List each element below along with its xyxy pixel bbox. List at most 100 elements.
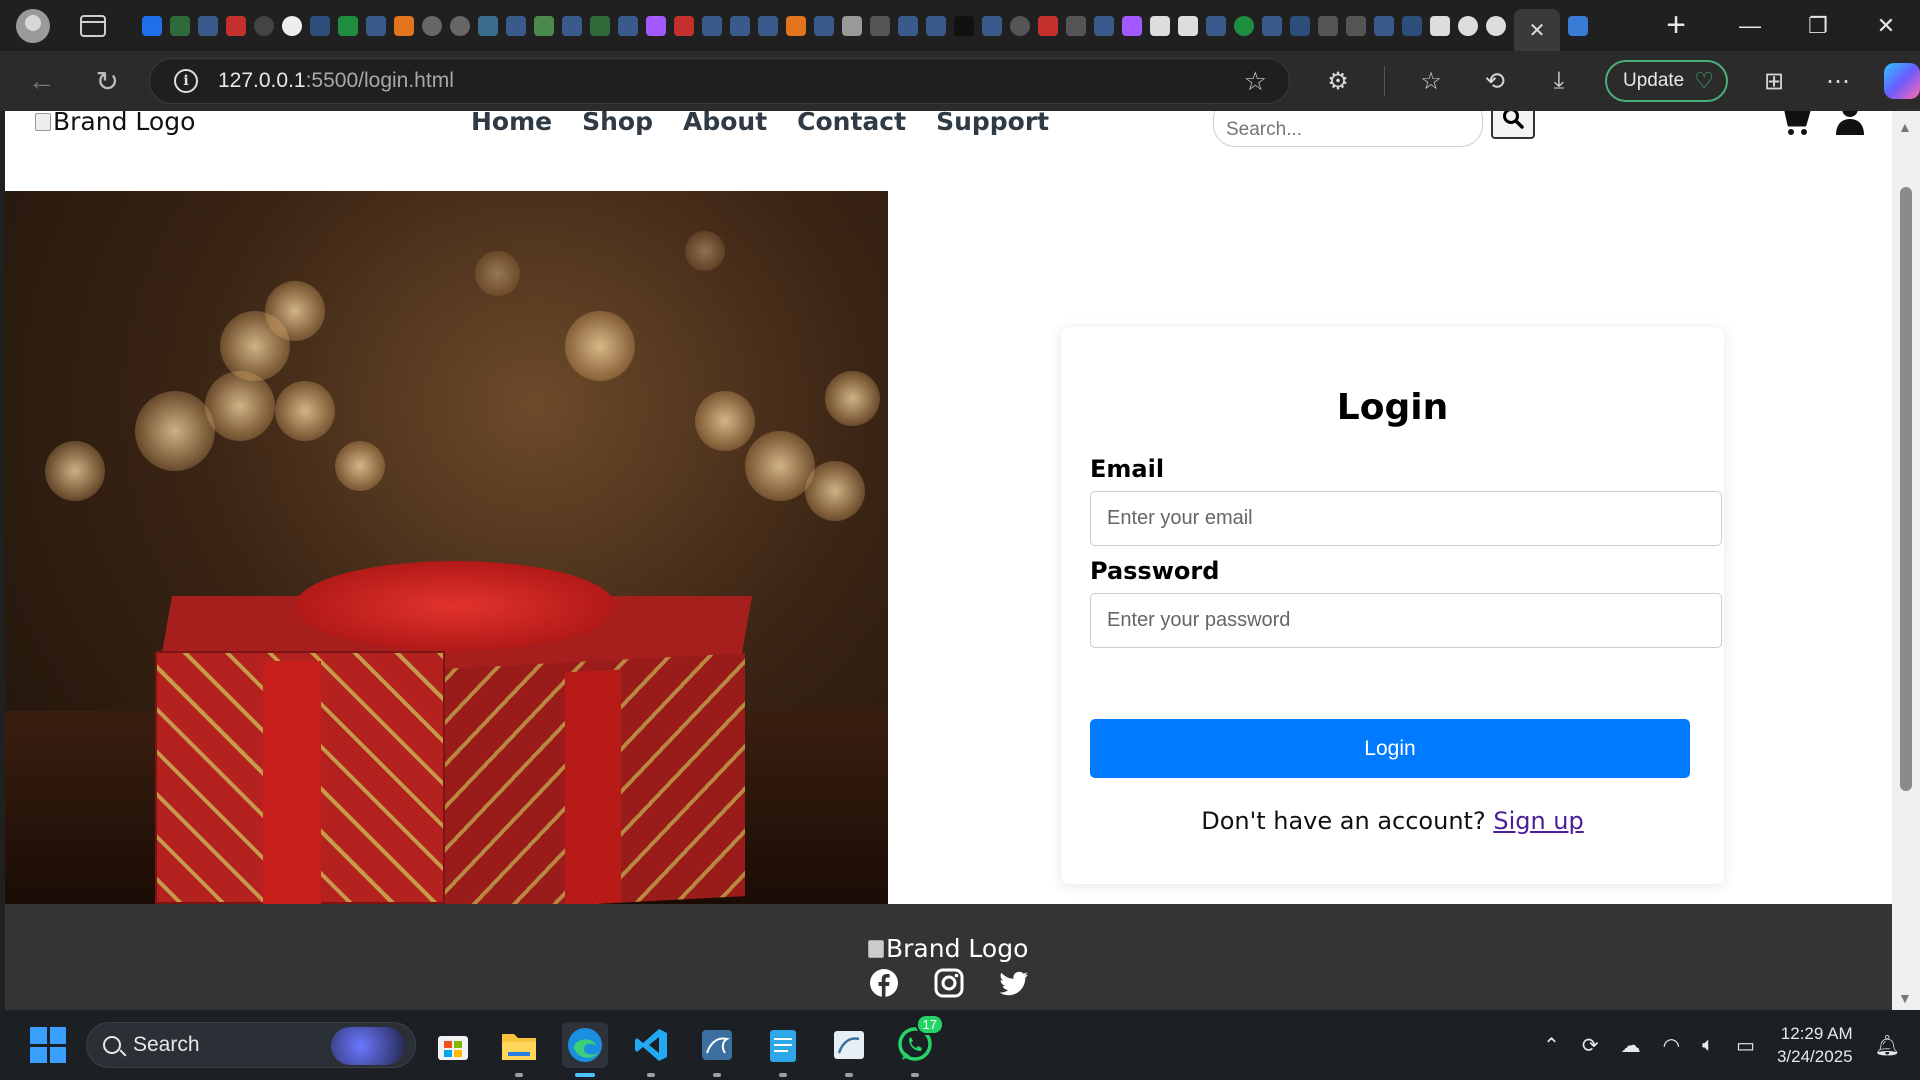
start-button-windows-icon[interactable] — [30, 1027, 66, 1063]
copilot-icon[interactable] — [1884, 63, 1920, 99]
tab-favicon-icon[interactable] — [1402, 15, 1422, 36]
nav-link-support[interactable]: Support — [936, 111, 1049, 136]
wifi-icon[interactable]: ◠ — [1663, 1033, 1680, 1058]
nav-link-shop[interactable]: Shop — [582, 111, 653, 136]
vscode-icon[interactable] — [628, 1022, 674, 1077]
tab-favicon-icon[interactable] — [170, 15, 190, 36]
favorite-star-icon[interactable]: ☆ — [1244, 66, 1267, 97]
search-button[interactable] — [1491, 111, 1535, 139]
user-icon[interactable] — [1835, 111, 1865, 137]
tab-favicon-icon[interactable] — [1066, 15, 1086, 36]
tab-favicon-icon[interactable] — [1430, 15, 1450, 36]
tab-favicon-search-icon[interactable] — [758, 15, 778, 36]
tab-favicon-wikipedia-icon[interactable] — [842, 15, 862, 36]
facebook-icon[interactable] — [869, 968, 899, 998]
nav-link-contact[interactable]: Contact — [797, 111, 906, 136]
search-input[interactable] — [1213, 111, 1483, 147]
notification-bell-icon[interactable]: 🔔︎ — [1875, 1033, 1900, 1058]
tab-favicon-openai-icon[interactable] — [254, 15, 274, 36]
tab-favicon-search-icon[interactable] — [898, 15, 918, 36]
show-hidden-icons-chevron-icon[interactable]: ⌃ — [1543, 1033, 1560, 1058]
file-explorer-icon[interactable] — [496, 1022, 542, 1077]
tab-favicon-icon[interactable] — [1290, 15, 1310, 36]
tab-favicon-icon[interactable] — [478, 15, 498, 36]
tab-favicon-figma-icon[interactable] — [1122, 15, 1142, 36]
email-field[interactable] — [1090, 491, 1722, 546]
edge-browser-icon[interactable] — [562, 1022, 608, 1077]
tab-favicon-medium-icon[interactable] — [954, 15, 974, 36]
minimize-icon[interactable]: — — [1716, 13, 1784, 39]
tab-favicon-google-icon[interactable] — [422, 15, 442, 36]
tab-favicon-icon[interactable] — [1318, 15, 1338, 36]
tab-favicon-icon[interactable] — [394, 15, 414, 36]
address-bar[interactable]: i 127.0.0.1:5500/login.html ☆ — [149, 58, 1290, 104]
new-tab-button[interactable]: + — [1666, 6, 1686, 45]
restore-icon[interactable]: ❐ — [1784, 13, 1852, 39]
url-text[interactable]: 127.0.0.1:5500/login.html — [218, 69, 454, 93]
footer-brand-logo[interactable]: Brand Logo — [868, 934, 1028, 963]
tab-favicon-globe-icon[interactable] — [1458, 15, 1478, 36]
tab-favicon-search-icon[interactable] — [1094, 15, 1114, 36]
active-tab-close-icon[interactable]: ✕ — [1514, 9, 1560, 51]
tab-favicon-icon[interactable] — [590, 15, 610, 36]
nav-link-home[interactable]: Home — [471, 111, 552, 136]
workspaces-icon[interactable]: ⊞ — [1756, 63, 1792, 99]
tab-favicon-youtube-icon[interactable] — [1038, 15, 1058, 36]
more-menu-icon[interactable]: ⋯ — [1820, 63, 1856, 99]
battery-icon[interactable]: ▭ — [1736, 1033, 1755, 1058]
tab-favicon-youtube-icon[interactable] — [674, 15, 694, 36]
nav-link-about[interactable]: About — [683, 111, 767, 136]
tab-favicon-search-icon[interactable] — [1206, 15, 1226, 36]
tab-favicon-bing-icon[interactable] — [142, 15, 162, 36]
tab-favicon-search-icon[interactable] — [366, 15, 386, 36]
tab-favicon-chatgpt-icon[interactable] — [282, 15, 302, 36]
tab-favicon-search-icon[interactable] — [982, 15, 1002, 36]
tab-favicon-icon[interactable] — [1010, 15, 1030, 36]
tab-favicon-vuejs-icon[interactable] — [534, 15, 554, 36]
tab-favicon-icon[interactable] — [1150, 15, 1170, 36]
tab-favicon-icon[interactable] — [1178, 15, 1198, 36]
tab-favicon-search-icon[interactable] — [1568, 15, 1588, 36]
scrollbar-thumb[interactable] — [1900, 187, 1912, 791]
clock[interactable]: 12:29 AM 3/24/2025 — [1777, 1022, 1853, 1068]
page-scrollbar[interactable]: ▲ ▼ — [1892, 111, 1920, 1010]
tab-favicon-icon[interactable] — [1346, 15, 1366, 36]
extensions-icon[interactable]: ⚙ — [1320, 63, 1356, 99]
instagram-icon[interactable] — [934, 968, 964, 998]
downloads-icon[interactable]: ⤓ — [1541, 63, 1577, 99]
tab-favicon-youtube-icon[interactable] — [226, 15, 246, 36]
tab-favicon-figma-icon[interactable] — [646, 15, 666, 36]
tab-favicon-icon[interactable] — [870, 15, 890, 36]
password-field[interactable] — [1090, 593, 1722, 648]
reload-icon[interactable]: ↻ — [86, 59, 130, 103]
scroll-up-arrow-icon[interactable]: ▲ — [1898, 119, 1912, 135]
volume-icon[interactable]: 🔈︎ — [1702, 1034, 1714, 1057]
notepad-icon[interactable] — [760, 1022, 806, 1077]
tab-favicon-search-icon[interactable] — [198, 15, 218, 36]
microsoft-store-icon[interactable] — [430, 1022, 476, 1068]
onedrive-cloud-icon[interactable]: ☁ — [1621, 1033, 1641, 1058]
tab-favicon-search-icon[interactable] — [1262, 15, 1282, 36]
close-window-icon[interactable]: ✕ — [1852, 13, 1920, 39]
scroll-down-arrow-icon[interactable]: ▼ — [1898, 990, 1912, 1006]
tab-favicon-search-icon[interactable] — [730, 15, 750, 36]
tab-favicon-search-icon[interactable] — [926, 15, 946, 36]
twitter-icon[interactable] — [999, 968, 1029, 998]
brand-logo[interactable]: Brand Logo — [35, 111, 195, 136]
history-icon[interactable]: ⟲ — [1477, 63, 1513, 99]
cart-icon[interactable] — [1777, 111, 1811, 137]
profile-avatar[interactable] — [16, 8, 50, 43]
tab-favicon-search-icon[interactable] — [562, 15, 582, 36]
tab-favicon-search-icon[interactable] — [814, 15, 834, 36]
tab-favicon-google-icon[interactable] — [450, 15, 470, 36]
update-button[interactable]: Update ♡ — [1604, 60, 1728, 102]
tab-favicon-icon[interactable] — [310, 15, 330, 36]
tab-favicon-globe-icon[interactable] — [1486, 15, 1506, 36]
tab-actions-icon[interactable] — [80, 14, 106, 37]
tab-favicon-search-icon[interactable] — [702, 15, 722, 36]
signup-link[interactable]: Sign up — [1493, 807, 1583, 835]
back-arrow-icon[interactable]: ← — [20, 59, 64, 103]
mysql-shell-icon[interactable] — [826, 1022, 872, 1077]
sync-icon[interactable]: ⟳ — [1582, 1033, 1599, 1058]
login-button[interactable]: Login — [1090, 719, 1690, 778]
